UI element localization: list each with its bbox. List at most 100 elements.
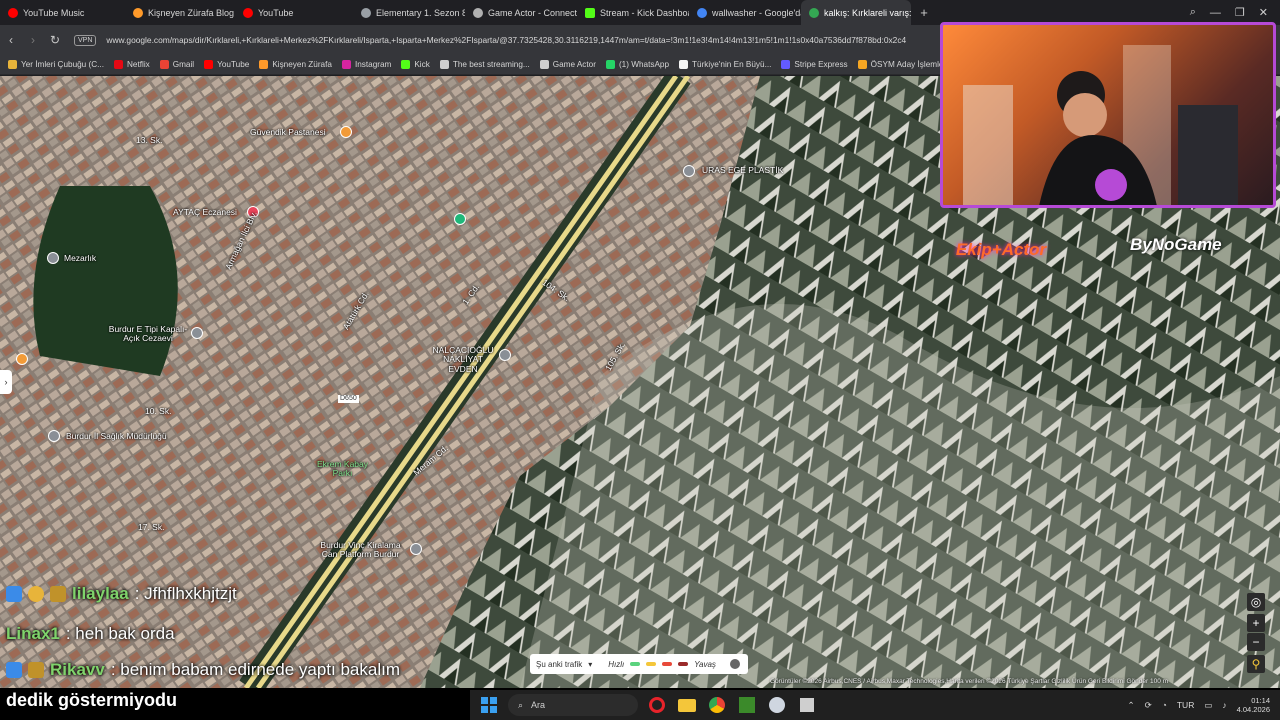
map-label[interactable]: Güvendik Pastanesi bbox=[250, 127, 326, 137]
pegman-icon[interactable]: ⚲ bbox=[1247, 655, 1265, 673]
reload-icon[interactable]: ↻ bbox=[44, 33, 66, 47]
netflix-icon bbox=[113, 60, 123, 69]
tab[interactable]: YouTube Music bbox=[0, 0, 125, 25]
app-icon[interactable] bbox=[796, 694, 818, 716]
tab[interactable]: Game Actor - Connect wi bbox=[465, 0, 577, 25]
vpn-badge[interactable]: VPN bbox=[74, 34, 97, 46]
road-label: 10. Sk. bbox=[145, 406, 172, 416]
chat-message: lilaylaa : Jfhflhxkhjtzjt bbox=[6, 584, 237, 604]
bookmark[interactable]: YouTube bbox=[204, 60, 249, 69]
tab[interactable]: wallwasher - Google'da A bbox=[689, 0, 801, 25]
time: 01:14 bbox=[1251, 696, 1270, 705]
clock[interactable]: 01:14 4.04.2026 bbox=[1237, 696, 1270, 714]
bookmark[interactable]: Kişneyen Zürafa bbox=[259, 60, 332, 69]
traffic-seg bbox=[646, 662, 657, 666]
my-location-icon[interactable]: ◎ bbox=[1247, 593, 1265, 611]
close-icon[interactable]: ✕ bbox=[1259, 6, 1268, 19]
url-input[interactable]: www.google.com/maps/dir/Kırklareli,+Kırk… bbox=[106, 35, 936, 45]
chat-message: Rikavv : benim babam edirnede yaptı baka… bbox=[6, 660, 400, 680]
taskbar-search[interactable]: ⌕ Ara bbox=[508, 694, 638, 716]
cemetery-pin-icon[interactable] bbox=[47, 252, 59, 264]
video-icon bbox=[361, 7, 371, 18]
webcam-scene bbox=[963, 45, 1238, 205]
map-label[interactable]: Burdur Vinç Kiralama Can Platform Burdur bbox=[313, 540, 408, 560]
site-icon bbox=[679, 60, 689, 69]
map-label[interactable]: Burdur E Tipi Kapalı-Açık Cezaevi bbox=[103, 324, 193, 344]
bookmark[interactable]: Stripe Express bbox=[781, 60, 848, 69]
chevron-right-icon: › bbox=[4, 377, 8, 387]
sync-icon[interactable]: ⟳ bbox=[1145, 700, 1152, 711]
bookmark[interactable]: Gmail bbox=[159, 60, 194, 69]
road-label: 13. Sk. bbox=[136, 135, 163, 145]
traffic-legend[interactable]: Şu anki trafik ▾ Hızlı Yavaş bbox=[530, 654, 748, 674]
zoom-in-button[interactable]: + bbox=[1247, 614, 1265, 632]
bookmark[interactable]: ÖSYM Aday İşlemle... bbox=[857, 60, 950, 69]
youtube-icon bbox=[204, 60, 214, 69]
map-label[interactable]: Mezarlık bbox=[64, 253, 96, 263]
tab[interactable]: Stream - Kick Dashboard bbox=[577, 0, 689, 25]
badge-icon bbox=[28, 662, 44, 678]
minecraft-icon[interactable] bbox=[736, 694, 758, 716]
chat-text: : heh bak orda bbox=[65, 624, 175, 643]
back-icon[interactable]: ‹ bbox=[0, 33, 22, 47]
green-pin-icon[interactable] bbox=[454, 213, 466, 225]
folder-icon bbox=[8, 60, 17, 69]
chevron-up-icon[interactable]: ⌃ bbox=[1127, 700, 1134, 711]
windows-start-icon[interactable] bbox=[478, 694, 500, 716]
wifi-icon[interactable]: ◔ bbox=[1162, 700, 1167, 710]
forward-icon[interactable]: › bbox=[22, 33, 44, 47]
bookmark[interactable]: The best streaming... bbox=[439, 60, 530, 69]
search-tabs-icon[interactable]: ⌕ bbox=[1190, 6, 1196, 19]
caption-text: dedik göstermiyodu bbox=[6, 690, 178, 710]
tab[interactable]: Kişneyen Zürafa Blog bbox=[125, 0, 235, 25]
gmail-icon bbox=[159, 60, 169, 69]
tab[interactable]: YouTube bbox=[235, 0, 353, 25]
minimize-icon[interactable]: — bbox=[1210, 7, 1221, 19]
bookmark[interactable]: Kick bbox=[401, 60, 430, 69]
zoom-out-button[interactable]: − bbox=[1247, 633, 1265, 651]
orange-pin-icon[interactable] bbox=[16, 353, 28, 365]
cafe-pin-icon[interactable] bbox=[340, 126, 352, 138]
traffic-fast-label: Hızlı bbox=[608, 659, 625, 669]
bookmark[interactable]: Game Actor bbox=[539, 60, 596, 69]
map-label[interactable]: Ekrem Kabay Parkı bbox=[315, 459, 370, 479]
bookmark[interactable]: (1) WhatsApp bbox=[605, 60, 669, 69]
badge-icon bbox=[6, 662, 22, 678]
sponsor-logo: Ekip+Actor bbox=[955, 240, 1047, 259]
volume-icon[interactable]: ♪ bbox=[1222, 700, 1226, 710]
steam-icon[interactable] bbox=[766, 694, 788, 716]
side-panel-toggle[interactable]: › bbox=[0, 370, 12, 394]
game-actor-icon bbox=[473, 7, 483, 18]
map-label[interactable]: AYTAÇ Eczanesi bbox=[173, 207, 237, 217]
folder-icon[interactable] bbox=[676, 694, 698, 716]
chat-text: : benim babam edirnede yaptı bakalım bbox=[110, 660, 400, 679]
traffic-seg bbox=[678, 662, 689, 666]
crane-pin-icon[interactable] bbox=[410, 543, 422, 555]
chrome-icon[interactable] bbox=[706, 694, 728, 716]
game-actor-icon bbox=[539, 60, 549, 69]
opera-icon[interactable] bbox=[646, 694, 668, 716]
place-pin-icon[interactable] bbox=[683, 165, 695, 177]
map-label[interactable]: Burdur İl Sağlık Müdürlüğü bbox=[66, 431, 167, 441]
prison-pin-icon[interactable] bbox=[191, 327, 203, 339]
health-pin-icon[interactable] bbox=[48, 430, 60, 442]
bookmark[interactable]: Instagram bbox=[341, 60, 391, 69]
chat-text: : Jfhflhxkhjtzjt bbox=[134, 584, 237, 603]
toggle-icon[interactable] bbox=[729, 659, 740, 669]
bookmark[interactable]: Netflix bbox=[113, 60, 150, 69]
map-label[interactable]: NALÇACIOĞLU NAKLİYAT EVDEN bbox=[428, 345, 498, 374]
traffic-seg bbox=[662, 662, 673, 666]
map-label[interactable]: URAS EGE PLASTİK bbox=[702, 165, 783, 175]
maps-icon bbox=[809, 7, 819, 18]
new-tab-button[interactable]: + bbox=[915, 4, 933, 22]
badge-icon bbox=[28, 586, 44, 602]
moving-pin-icon[interactable] bbox=[499, 349, 511, 361]
sponsor-logo: ByNoGame bbox=[1130, 235, 1222, 254]
bookmark[interactable]: Yer İmleri Çubuğu (C... bbox=[8, 60, 104, 69]
tab[interactable]: Elementary 1. Sezon 8. Bö bbox=[353, 0, 465, 25]
maximize-icon[interactable]: ❐ bbox=[1235, 6, 1245, 19]
bookmark[interactable]: Türkiye'nin En Büyü... bbox=[679, 60, 771, 69]
tab-active[interactable]: kalkış: Kırklareli varış: Ispa bbox=[801, 0, 911, 25]
language-indicator[interactable]: TUR bbox=[1177, 700, 1194, 710]
network-icon[interactable]: ▭ bbox=[1204, 700, 1212, 711]
